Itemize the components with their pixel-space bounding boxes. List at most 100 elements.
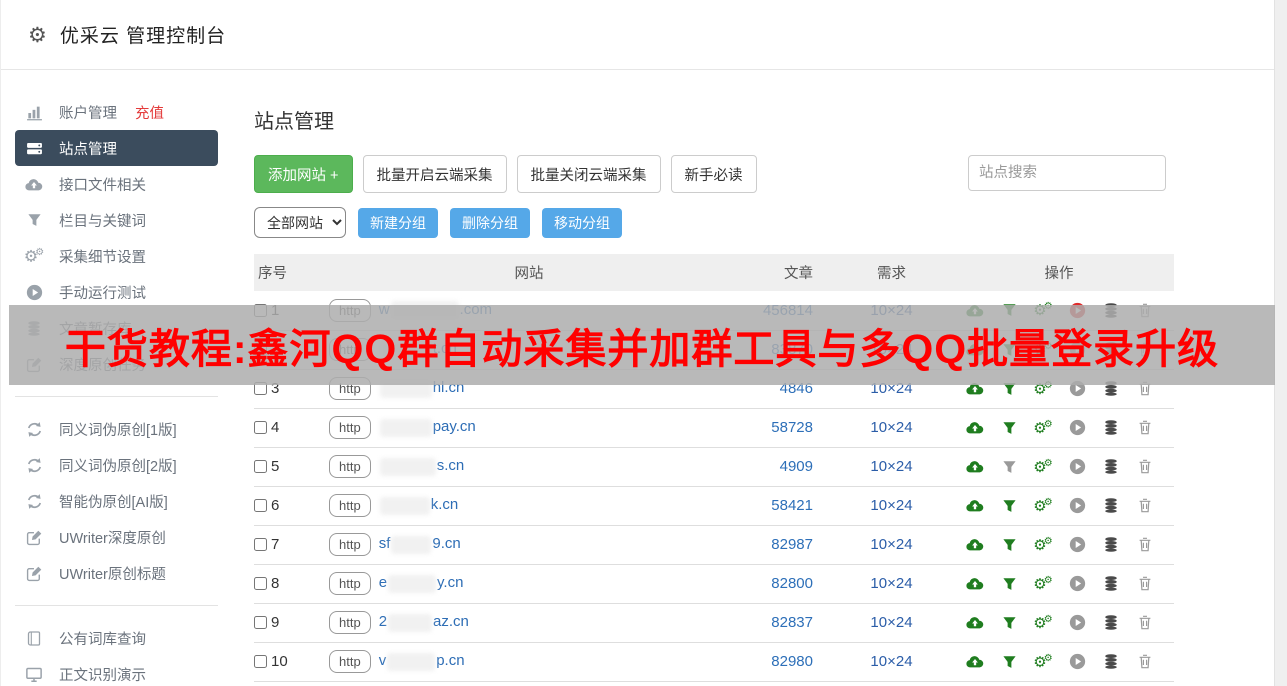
sidebar-item[interactable]: 同义词伪原创[1版]	[1, 411, 244, 447]
batch-open-button[interactable]: 批量开启云端采集	[363, 155, 507, 193]
gears-icon[interactable]: ⚙⚙	[1034, 653, 1052, 671]
demand-value[interactable]: 10×24	[839, 486, 944, 525]
play-icon[interactable]	[1068, 653, 1086, 671]
sidebar-item[interactable]: 正文识别演示	[1, 656, 244, 686]
articles-count[interactable]: 58421	[729, 486, 839, 525]
gears-icon[interactable]: ⚙⚙	[1034, 536, 1052, 554]
newbie-guide-button[interactable]: 新手必读	[671, 155, 757, 193]
trash-icon[interactable]	[1136, 497, 1154, 515]
cloud-upload-icon[interactable]	[966, 458, 984, 476]
watermark-overlay: 干货教程:鑫河QQ群自动采集并加群工具与多QQ批量登录升级	[9, 305, 1275, 385]
recharge-badge[interactable]: 充值	[135, 102, 164, 123]
articles-count[interactable]: 82800	[729, 564, 839, 603]
move-group-button[interactable]: 移动分组	[542, 208, 622, 238]
gears-icon[interactable]: ⚙⚙	[1034, 614, 1052, 632]
trash-icon[interactable]	[1136, 575, 1154, 593]
sidebar-item-label: 站点管理	[59, 138, 117, 159]
add-site-button[interactable]: 添加网站 +	[254, 155, 353, 193]
articles-count[interactable]: 82987	[729, 525, 839, 564]
row-checkbox[interactable]	[254, 421, 267, 434]
demand-value[interactable]: 10×24	[839, 408, 944, 447]
cloud-upload-icon[interactable]	[966, 497, 984, 515]
play-icon[interactable]	[1068, 575, 1086, 593]
gears-icon[interactable]: ⚙⚙	[1034, 497, 1052, 515]
site-domain-link[interactable]: 2az.cn	[379, 613, 469, 630]
gears-icon[interactable]: ⚙⚙	[1034, 419, 1052, 437]
group-select[interactable]: 全部网站	[254, 207, 346, 238]
sidebar-item[interactable]: UWriter原创标题	[1, 555, 244, 591]
demand-value[interactable]: 10×24	[839, 603, 944, 642]
play-icon[interactable]	[1068, 458, 1086, 476]
demand-value[interactable]: 10×24	[839, 642, 944, 681]
trash-icon[interactable]	[1136, 419, 1154, 437]
play-icon[interactable]	[1068, 536, 1086, 554]
row-checkbox[interactable]	[254, 499, 267, 512]
filter-icon[interactable]	[1000, 458, 1018, 476]
site-domain-link[interactable]: ey.cn	[379, 574, 464, 591]
demand-value[interactable]: 10×24	[839, 525, 944, 564]
site-domain-link[interactable]: pay.cn	[379, 418, 476, 435]
book-icon	[25, 630, 43, 647]
database-icon[interactable]	[1102, 458, 1120, 476]
cloud-upload-icon[interactable]	[966, 653, 984, 671]
site-domain-link[interactable]: k.cn	[379, 496, 459, 513]
http-protocol-badge: http	[329, 416, 371, 439]
row-checkbox[interactable]	[254, 655, 267, 668]
filter-icon[interactable]	[1000, 653, 1018, 671]
database-icon[interactable]	[1102, 575, 1120, 593]
sidebar-item[interactable]: 站点管理	[15, 130, 218, 166]
filter-icon[interactable]	[1000, 536, 1018, 554]
play-icon[interactable]	[1068, 419, 1086, 437]
site-search-input[interactable]	[968, 155, 1166, 191]
filter-icon[interactable]	[1000, 575, 1018, 593]
row-checkbox[interactable]	[254, 538, 267, 551]
sidebar-item[interactable]: 同义词伪原创[2版]	[1, 447, 244, 483]
row-actions: ⚙⚙	[944, 575, 1174, 593]
row-checkbox[interactable]	[254, 460, 267, 473]
batch-close-button[interactable]: 批量关闭云端采集	[517, 155, 661, 193]
row-checkbox[interactable]	[254, 616, 267, 629]
play-icon[interactable]	[1068, 497, 1086, 515]
sidebar-item[interactable]: 公有词库查询	[1, 620, 244, 656]
demand-value[interactable]: 10×24	[839, 564, 944, 603]
sidebar-item[interactable]: 栏目与关键词	[1, 202, 244, 238]
site-domain-link[interactable]: vp.cn	[379, 652, 465, 669]
site-domain-link[interactable]: s.cn	[379, 457, 465, 474]
articles-count[interactable]: 4909	[729, 447, 839, 486]
cloud-upload-icon[interactable]	[966, 536, 984, 554]
gears-icon[interactable]: ⚙⚙	[1034, 575, 1052, 593]
sidebar-item-label: 智能伪原创[AI版]	[59, 491, 168, 512]
sidebar-item[interactable]: 智能伪原创[AI版]	[1, 483, 244, 519]
filter-icon[interactable]	[1000, 614, 1018, 632]
new-group-button[interactable]: 新建分组	[358, 208, 438, 238]
cloud-upload-icon[interactable]	[966, 419, 984, 437]
edit-icon	[25, 565, 43, 582]
trash-icon[interactable]	[1136, 536, 1154, 554]
sidebar-item[interactable]: 接口文件相关	[1, 166, 244, 202]
sidebar-item[interactable]: ⚙⚙采集细节设置	[1, 238, 244, 274]
site-domain-link[interactable]: sf9.cn	[379, 535, 461, 552]
database-icon[interactable]	[1102, 536, 1120, 554]
filter-icon[interactable]	[1000, 419, 1018, 437]
cloud-upload-icon[interactable]	[966, 614, 984, 632]
articles-count[interactable]: 82980	[729, 642, 839, 681]
trash-icon[interactable]	[1136, 653, 1154, 671]
demand-value[interactable]: 10×24	[839, 447, 944, 486]
cloud-upload-icon[interactable]	[966, 575, 984, 593]
articles-count[interactable]: 82837	[729, 603, 839, 642]
scrollbar-track[interactable]	[1274, 0, 1287, 686]
trash-icon[interactable]	[1136, 458, 1154, 476]
row-checkbox[interactable]	[254, 577, 267, 590]
sidebar-item[interactable]: 账户管理充值	[1, 94, 244, 130]
delete-group-button[interactable]: 删除分组	[450, 208, 530, 238]
database-icon[interactable]	[1102, 614, 1120, 632]
database-icon[interactable]	[1102, 497, 1120, 515]
database-icon[interactable]	[1102, 653, 1120, 671]
database-icon[interactable]	[1102, 419, 1120, 437]
gears-icon[interactable]: ⚙⚙	[1034, 458, 1052, 476]
filter-icon[interactable]	[1000, 497, 1018, 515]
sidebar-item[interactable]: UWriter深度原创	[1, 519, 244, 555]
trash-icon[interactable]	[1136, 614, 1154, 632]
play-icon[interactable]	[1068, 614, 1086, 632]
articles-count[interactable]: 58728	[729, 408, 839, 447]
